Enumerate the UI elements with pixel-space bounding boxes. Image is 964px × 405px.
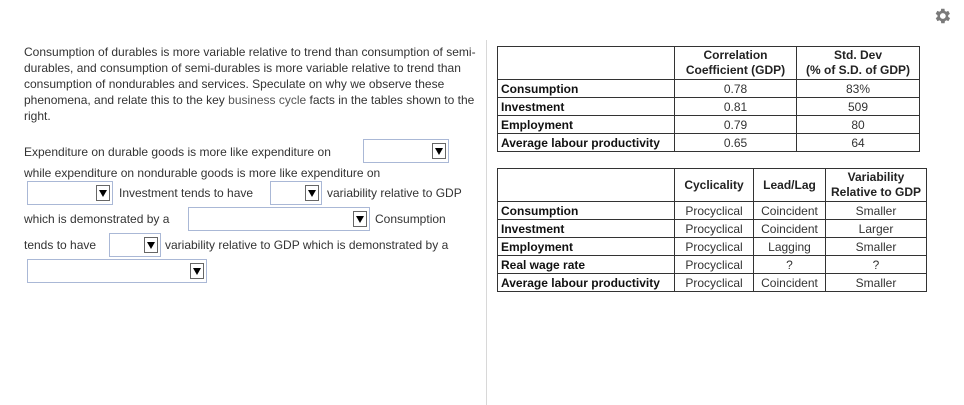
dropdown-nondurable-like[interactable] (27, 181, 113, 205)
dropdown-arrow-icon (190, 263, 204, 279)
dropdown-arrow-icon (432, 143, 446, 159)
panel-divider (486, 40, 487, 405)
sentence-part-6: Consumption (375, 212, 446, 226)
table-row: Real wage rate Procyclical ? ? (497, 255, 927, 274)
sd-header: Std. Dev (% of S.D. of GDP) (796, 46, 920, 80)
corr-header: Correlation Coefficient (GDP) (674, 46, 797, 80)
dropdown-investment-evidence[interactable] (188, 207, 370, 231)
cyclicality-header: Cyclicality (674, 168, 754, 202)
dropdown-durable-like[interactable] (363, 139, 449, 163)
dropdown-consumption-variability[interactable] (109, 233, 161, 257)
table-row: Investment 0.81 509 (497, 97, 920, 116)
table-row: Consumption 0.78 83% (497, 79, 920, 98)
table-row: Employment 0.79 80 (497, 115, 920, 134)
table-row: Average labour productivity 0.65 64 (497, 133, 920, 152)
table-header-row: Cyclicality Lead/Lag Variability Relative… (497, 168, 927, 202)
dropdown-investment-variability[interactable] (270, 181, 322, 205)
dropdown-arrow-icon (353, 211, 367, 227)
business-cycle-link: business cycle (228, 93, 307, 107)
question-text: Consumption of durables is more variable… (24, 44, 480, 124)
variability-header: Variability Relative to GDP (825, 168, 927, 202)
table-row: Average labour productivity Procyclical … (497, 273, 927, 292)
dropdown-arrow-icon (96, 185, 110, 201)
dropdown-arrow-icon (144, 237, 158, 253)
leadlag-header: Lead/Lag (753, 168, 826, 202)
cyclicality-table: Cyclicality Lead/Lag Variability Relative… (497, 168, 927, 292)
table-row: Consumption Procyclical Coincident Small… (497, 201, 927, 220)
dropdown-consumption-evidence[interactable] (27, 259, 207, 283)
sentence-part-4: variability relative to GDP (327, 186, 462, 200)
sentence-part-3: Investment tends to have (119, 186, 254, 200)
table-header-row: Correlation Coefficient (GDP) Std. Dev (% … (497, 46, 920, 80)
sentence-part-7: tends to have (24, 238, 97, 252)
sentence-part-1: Expenditure on durable goods is more lik… (24, 145, 331, 159)
sentence-part-5: which is demonstrated by a (24, 212, 170, 226)
table-row: Employment Procyclical Lagging Smaller (497, 237, 927, 256)
sentence-part-2: while expenditure on nondurable goods is… (24, 166, 381, 180)
sentence-part-8: variability relative to GDP which is dem… (165, 238, 449, 252)
dropdown-arrow-icon (305, 185, 319, 201)
intro-paragraph: Consumption of durables is more variable… (24, 45, 476, 123)
table-row: Investment Procyclical Coincident Larger (497, 219, 927, 238)
correlation-table: Correlation Coefficient (GDP) Std. Dev (% … (497, 46, 920, 152)
gear-icon[interactable] (932, 6, 952, 26)
